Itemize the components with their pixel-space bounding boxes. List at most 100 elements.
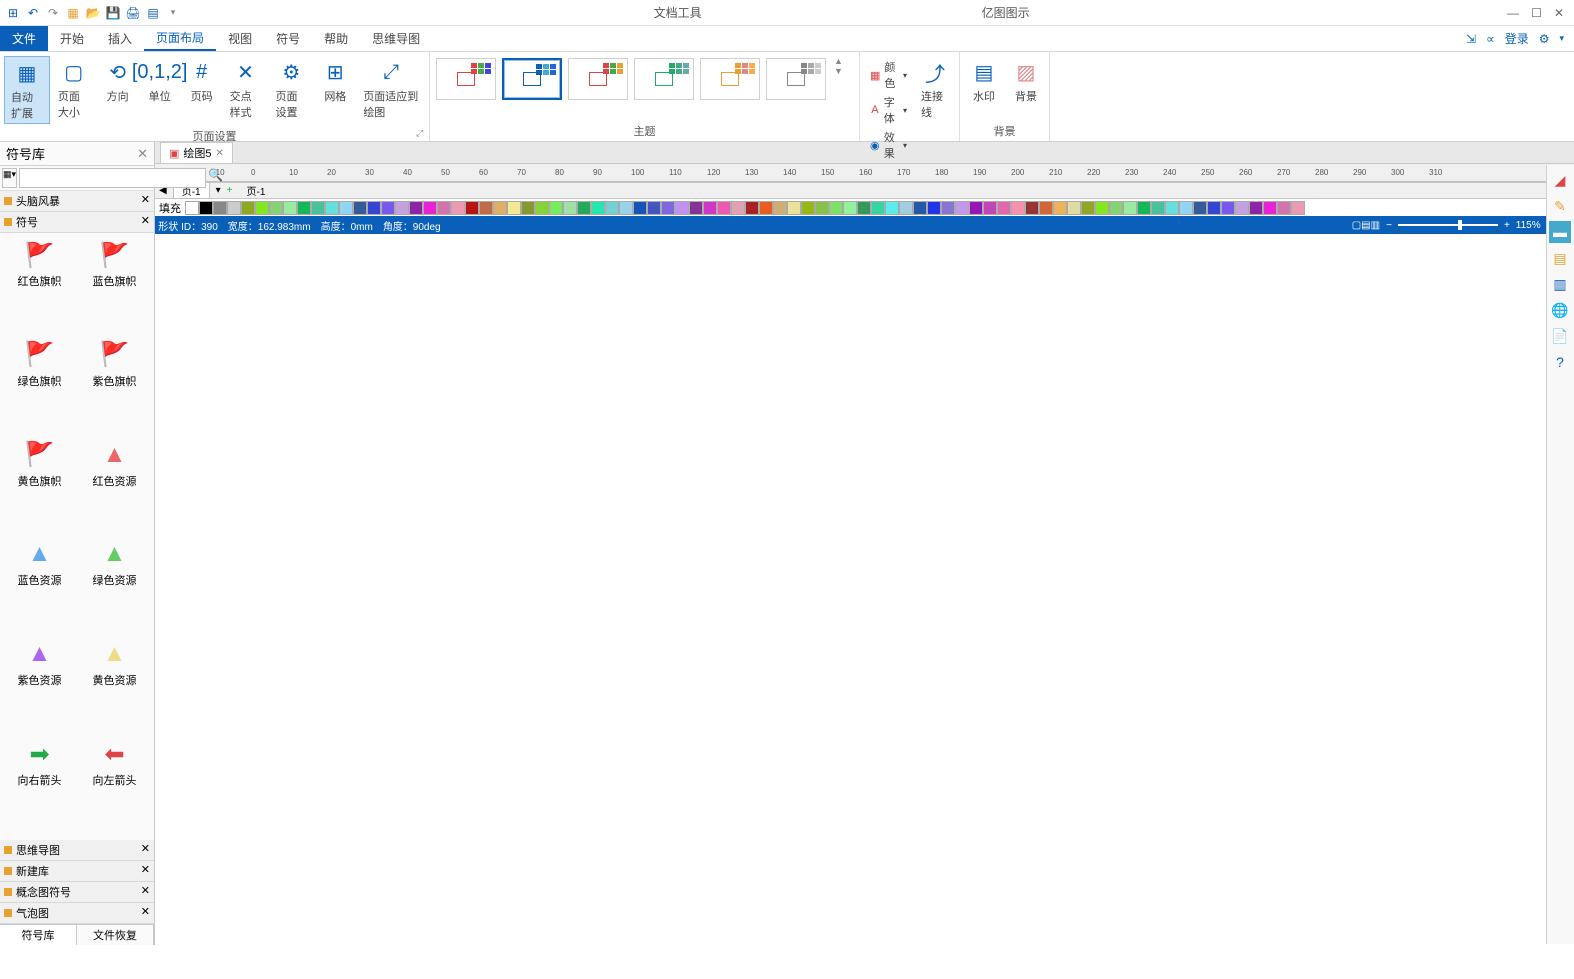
menu-view[interactable]: 视图 — [216, 26, 264, 51]
redo-icon[interactable]: ↷ — [44, 4, 62, 22]
color-swatch[interactable] — [731, 201, 745, 215]
color-swatch[interactable] — [423, 201, 437, 215]
color-swatch[interactable] — [773, 201, 787, 215]
color-swatch[interactable] — [311, 201, 325, 215]
symbol-蓝色旗帜[interactable]: 🚩蓝色旗帜 — [79, 239, 150, 335]
symbol-红色旗帜[interactable]: 🚩红色旗帜 — [4, 239, 75, 335]
color-swatch[interactable] — [633, 201, 647, 215]
color-swatch[interactable] — [969, 201, 983, 215]
color-swatch[interactable] — [437, 201, 451, 215]
color-swatch[interactable] — [787, 201, 801, 215]
layer-tool-icon[interactable]: ▤ — [1549, 247, 1571, 269]
document-tab[interactable]: ▣ 绘图5 ✕ — [160, 142, 233, 163]
color-swatch[interactable] — [1249, 201, 1263, 215]
search-icon[interactable]: 🔍 — [208, 168, 223, 188]
add-page-icon[interactable]: + — [227, 185, 233, 196]
minimize-icon[interactable]: — — [1507, 6, 1519, 20]
page-settings-button[interactable]: ⚙页面设置 — [269, 56, 313, 122]
fit-page-button[interactable]: ⤢页面适应到绘图 — [357, 56, 425, 122]
color-swatch[interactable] — [1081, 201, 1095, 215]
color-swatch[interactable] — [1263, 201, 1277, 215]
color-swatch[interactable] — [941, 201, 955, 215]
theme-thumb-3[interactable] — [634, 58, 694, 100]
menu-page-layout[interactable]: 页面布局 — [144, 26, 216, 51]
symbol-绿色旗帜[interactable]: 🚩绿色旗帜 — [4, 339, 75, 435]
color-swatch[interactable] — [605, 201, 619, 215]
color-swatch[interactable] — [409, 201, 423, 215]
symbol-绿色资源[interactable]: ▲绿色资源 — [79, 538, 150, 634]
color-swatch[interactable] — [465, 201, 479, 215]
menu-symbol[interactable]: 符号 — [264, 26, 312, 51]
color-swatch[interactable] — [1011, 201, 1025, 215]
color-swatch[interactable] — [297, 201, 311, 215]
background-button[interactable]: ▨ 背景 — [1006, 56, 1046, 106]
settings-icon[interactable]: ⚙ — [1539, 32, 1550, 46]
color-swatch[interactable] — [759, 201, 773, 215]
color-dropdown[interactable]: ▦颜色▾ — [868, 58, 909, 92]
share-icon[interactable]: ∝ — [1486, 32, 1495, 46]
fill-tool-icon[interactable]: ◢ — [1549, 169, 1571, 191]
color-swatch[interactable] — [1095, 201, 1109, 215]
acc-brainstorm[interactable]: 头脑风暴✕ — [0, 191, 154, 212]
zoom-in-icon[interactable]: + — [1504, 220, 1510, 231]
color-swatch[interactable] — [1165, 201, 1179, 215]
color-swatch[interactable] — [1137, 201, 1151, 215]
color-swatch[interactable] — [1123, 201, 1137, 215]
color-swatch[interactable] — [185, 201, 199, 215]
symbol-蓝色资源[interactable]: ▲蓝色资源 — [4, 538, 75, 634]
color-swatch[interactable] — [1193, 201, 1207, 215]
view-mode-icons[interactable]: ▢▤▥ — [1352, 220, 1380, 231]
undo-icon[interactable]: ↶ — [24, 4, 42, 22]
cross-style-button[interactable]: ✕交点样式 — [224, 56, 268, 122]
sidetab-recover[interactable]: 文件恢复 — [77, 925, 154, 945]
color-swatch[interactable] — [591, 201, 605, 215]
close-icon[interactable]: ✕ — [1554, 6, 1564, 20]
sidetab-symbol[interactable]: 符号库 — [0, 925, 77, 945]
acc-mindmap[interactable]: 思维导图✕ — [0, 840, 154, 861]
color-swatch[interactable] — [339, 201, 353, 215]
symbol-黄色旗帜[interactable]: 🚩黄色旗帜 — [4, 439, 75, 535]
color-swatch[interactable] — [815, 201, 829, 215]
open-icon[interactable]: 📂 — [84, 4, 102, 22]
symbol-search-input[interactable] — [19, 168, 206, 188]
color-swatch[interactable] — [871, 201, 885, 215]
color-swatch[interactable] — [1277, 201, 1291, 215]
preview-icon[interactable]: ▤ — [144, 4, 162, 22]
color-swatch[interactable] — [213, 201, 227, 215]
color-swatch[interactable] — [1053, 201, 1067, 215]
color-swatch[interactable] — [801, 201, 815, 215]
color-swatch[interactable] — [199, 201, 213, 215]
color-swatch[interactable] — [1291, 201, 1305, 215]
color-swatch[interactable] — [549, 201, 563, 215]
color-swatch[interactable] — [493, 201, 507, 215]
connector-button[interactable]: ⤴ 连接线 — [915, 56, 955, 122]
color-swatch[interactable] — [997, 201, 1011, 215]
sidebar-close-icon[interactable]: ✕ — [137, 146, 148, 162]
color-swatch[interactable] — [269, 201, 283, 215]
color-swatch[interactable] — [577, 201, 591, 215]
color-swatch[interactable] — [843, 201, 857, 215]
menu-more-icon[interactable]: ▾ — [1559, 33, 1564, 44]
print-icon[interactable]: 🖨 — [124, 4, 142, 22]
menu-mindmap[interactable]: 思维导图 — [360, 26, 432, 51]
theme-thumb-0[interactable] — [436, 58, 496, 100]
color-swatch[interactable] — [913, 201, 927, 215]
color-swatch[interactable] — [703, 201, 717, 215]
color-swatch[interactable] — [381, 201, 395, 215]
unit-button[interactable]: [0,1,2]单位 — [140, 56, 180, 106]
color-swatch[interactable] — [661, 201, 675, 215]
symbol-向右箭头[interactable]: ➡向右箭头 — [4, 738, 75, 834]
line-tool-icon[interactable]: ✎ — [1549, 195, 1571, 217]
color-swatch[interactable] — [241, 201, 255, 215]
color-swatch[interactable] — [647, 201, 661, 215]
save-icon[interactable]: 💾 — [104, 4, 122, 22]
qat-app-icon[interactable]: ⊞ — [4, 4, 22, 22]
export-icon[interactable]: ⇲ — [1466, 32, 1476, 46]
color-swatch[interactable] — [353, 201, 367, 215]
dialog-launcher-icon[interactable]: ⤢ — [415, 127, 427, 139]
acc-symbol[interactable]: 符号✕ — [0, 212, 154, 233]
color-swatch[interactable] — [535, 201, 549, 215]
menu-file[interactable]: 文件 — [0, 26, 48, 51]
theme-more-icon[interactable]: ▲▼ — [830, 56, 847, 76]
color-swatch[interactable] — [325, 201, 339, 215]
